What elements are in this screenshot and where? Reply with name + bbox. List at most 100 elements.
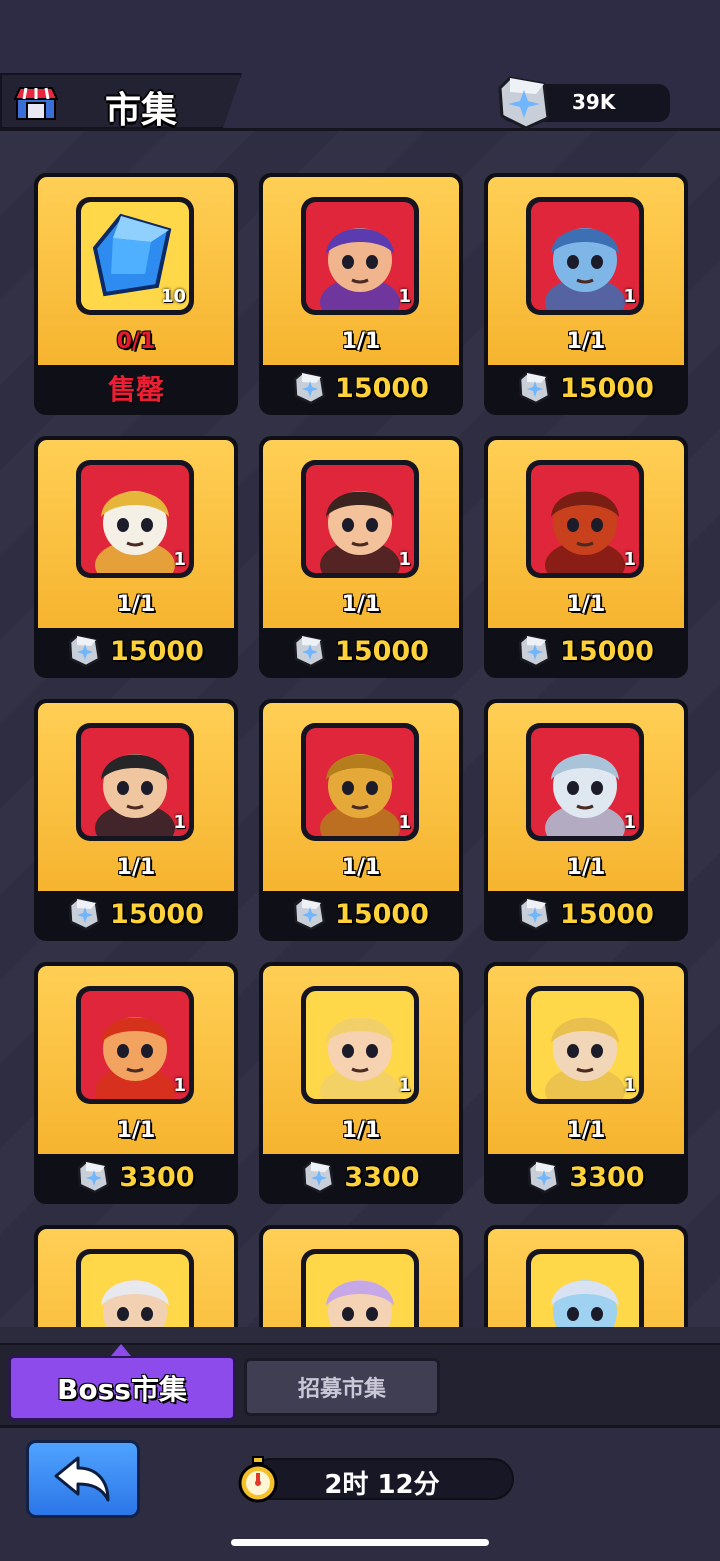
item-portrait: 1	[526, 986, 644, 1104]
price-label: 3300	[344, 1161, 420, 1193]
price-row[interactable]: 15000	[484, 628, 688, 674]
price-label: 15000	[335, 372, 429, 404]
price-label: 15000	[110, 635, 204, 667]
shop-card-hero-pharaoh-robot[interactable]: 1 1/1 15000	[34, 436, 238, 678]
price-label: 15000	[110, 898, 204, 930]
price-label: 3300	[119, 1161, 195, 1193]
card-body: 1 1/1	[263, 177, 459, 365]
back-button[interactable]	[26, 1440, 140, 1518]
stock-count: 1/1	[341, 855, 381, 880]
stock-count: 1/1	[341, 592, 381, 617]
crystal-gem-icon	[293, 371, 326, 405]
card-body: 1 1/1	[488, 703, 684, 891]
item-portrait	[76, 1249, 194, 1327]
crystal-gem-icon	[518, 371, 551, 405]
shop-stall-icon	[14, 87, 58, 120]
tab-recruit-market[interactable]: 招募市集	[244, 1358, 440, 1416]
price-row[interactable]: 3300	[484, 1154, 688, 1200]
portrait-image	[306, 1254, 414, 1327]
shop-card-hero-white-sage[interactable]	[34, 1225, 238, 1327]
price-label: 15000	[335, 635, 429, 667]
price-row[interactable]: 15000	[259, 365, 463, 411]
stock-count: 1/1	[341, 1118, 381, 1143]
shop-grid[interactable]: 10 0/1 售罄 1 1/1 15000 1 1/1 15000 1 1/1 15000 1 1/1 15…	[0, 131, 720, 1327]
price-row[interactable]: 15000	[259, 891, 463, 937]
item-portrait	[526, 1249, 644, 1327]
crystal-gem-icon	[518, 634, 551, 668]
currency-amount: 39K	[572, 90, 616, 114]
item-quantity: 1	[173, 549, 186, 570]
shop-card-hero-fire-warrior[interactable]: 1 1/1 3300	[34, 962, 238, 1204]
item-portrait: 1	[301, 986, 419, 1104]
price-row[interactable]: 3300	[259, 1154, 463, 1200]
shop-card-hero-gold-robot[interactable]: 1 1/1 15000	[259, 699, 463, 941]
crystal-gem-icon	[518, 897, 551, 931]
crystal-gem-icon	[528, 1160, 560, 1194]
home-indicator	[231, 1539, 489, 1546]
crystal-gem-icon	[68, 897, 101, 931]
price-row[interactable]: 15000	[484, 365, 688, 411]
price-label: 15000	[560, 898, 654, 930]
shop-card-hero-lava-golem[interactable]: 1 1/1 15000	[484, 436, 688, 678]
portrait-image	[531, 1254, 639, 1327]
crystal-gem-icon	[293, 897, 326, 931]
price-row[interactable]: 15000	[34, 891, 238, 937]
shop-card-hero-dark-hair[interactable]: 1 1/1 15000	[259, 436, 463, 678]
card-body: 1 1/1	[263, 703, 459, 891]
item-quantity: 1	[623, 1075, 636, 1096]
shop-card-hero-masked-bandit[interactable]: 1 1/1 15000	[34, 699, 238, 941]
price-label: 15000	[560, 635, 654, 667]
shop-card-hero-ice-knight[interactable]: 1 1/1 15000	[484, 173, 688, 415]
item-portrait: 1	[526, 460, 644, 578]
item-portrait: 1	[301, 460, 419, 578]
price-row[interactable]: 售罄	[34, 365, 238, 411]
tab-boss-market[interactable]: Boss市集	[8, 1344, 236, 1421]
shop-card-hero-vampire[interactable]: 1 1/1 3300	[484, 962, 688, 1204]
price-row[interactable]: 15000	[34, 628, 238, 674]
crystal-gem-icon	[68, 634, 101, 668]
item-quantity: 1	[398, 1075, 411, 1096]
stock-count: 1/1	[566, 1118, 606, 1143]
item-portrait: 1	[76, 986, 194, 1104]
card-body: 1 1/1	[263, 966, 459, 1154]
shop-card-hero-purple-hair[interactable]: 1 1/1 15000	[259, 173, 463, 415]
item-portrait: 1	[526, 723, 644, 841]
card-body	[263, 1229, 459, 1327]
shop-card-hero-valkyrie[interactable]	[259, 1225, 463, 1327]
price-row[interactable]: 3300	[34, 1154, 238, 1200]
item-quantity: 1	[173, 1075, 186, 1096]
tab-recruit-market-label: 招募市集	[297, 1377, 386, 1402]
hero-portrait-icon	[531, 1254, 639, 1327]
stock-count: 0/1	[116, 329, 156, 354]
stock-count: 1/1	[566, 592, 606, 617]
shop-card-blue-gem[interactable]: 10 0/1 售罄	[34, 173, 238, 415]
item-portrait: 10	[76, 197, 194, 315]
crystal-gem-icon	[78, 1160, 110, 1194]
shop-card-hero-frost-witch[interactable]	[484, 1225, 688, 1327]
card-body: 1 1/1	[488, 440, 684, 628]
price-label: 15000	[560, 372, 654, 404]
hero-portrait-icon	[81, 1254, 189, 1327]
soldout-label: 售罄	[107, 373, 164, 406]
item-quantity: 1	[398, 286, 411, 307]
stock-count: 1/1	[116, 855, 156, 880]
card-body	[488, 1229, 684, 1327]
item-quantity: 1	[623, 812, 636, 833]
price-row[interactable]: 15000	[259, 628, 463, 674]
item-portrait: 1	[526, 197, 644, 315]
shop-card-hero-blonde-priestess[interactable]: 1 1/1 3300	[259, 962, 463, 1204]
title-plate: 市集	[0, 73, 242, 129]
item-quantity: 1	[398, 549, 411, 570]
page-title: 市集	[105, 90, 178, 131]
tab-bar: Boss市集 招募市集	[0, 1343, 720, 1428]
card-body	[38, 1229, 234, 1327]
card-body: 1 1/1	[38, 966, 234, 1154]
crystal-gem-icon	[498, 76, 550, 130]
shop-card-hero-ice-maiden[interactable]: 1 1/1 15000	[484, 699, 688, 941]
price-row[interactable]: 15000	[484, 891, 688, 937]
currency-counter[interactable]: 39K	[498, 76, 670, 130]
item-quantity: 1	[623, 286, 636, 307]
back-arrow-icon	[54, 1456, 110, 1502]
card-body: 1 1/1	[488, 966, 684, 1154]
item-portrait	[301, 1249, 419, 1327]
